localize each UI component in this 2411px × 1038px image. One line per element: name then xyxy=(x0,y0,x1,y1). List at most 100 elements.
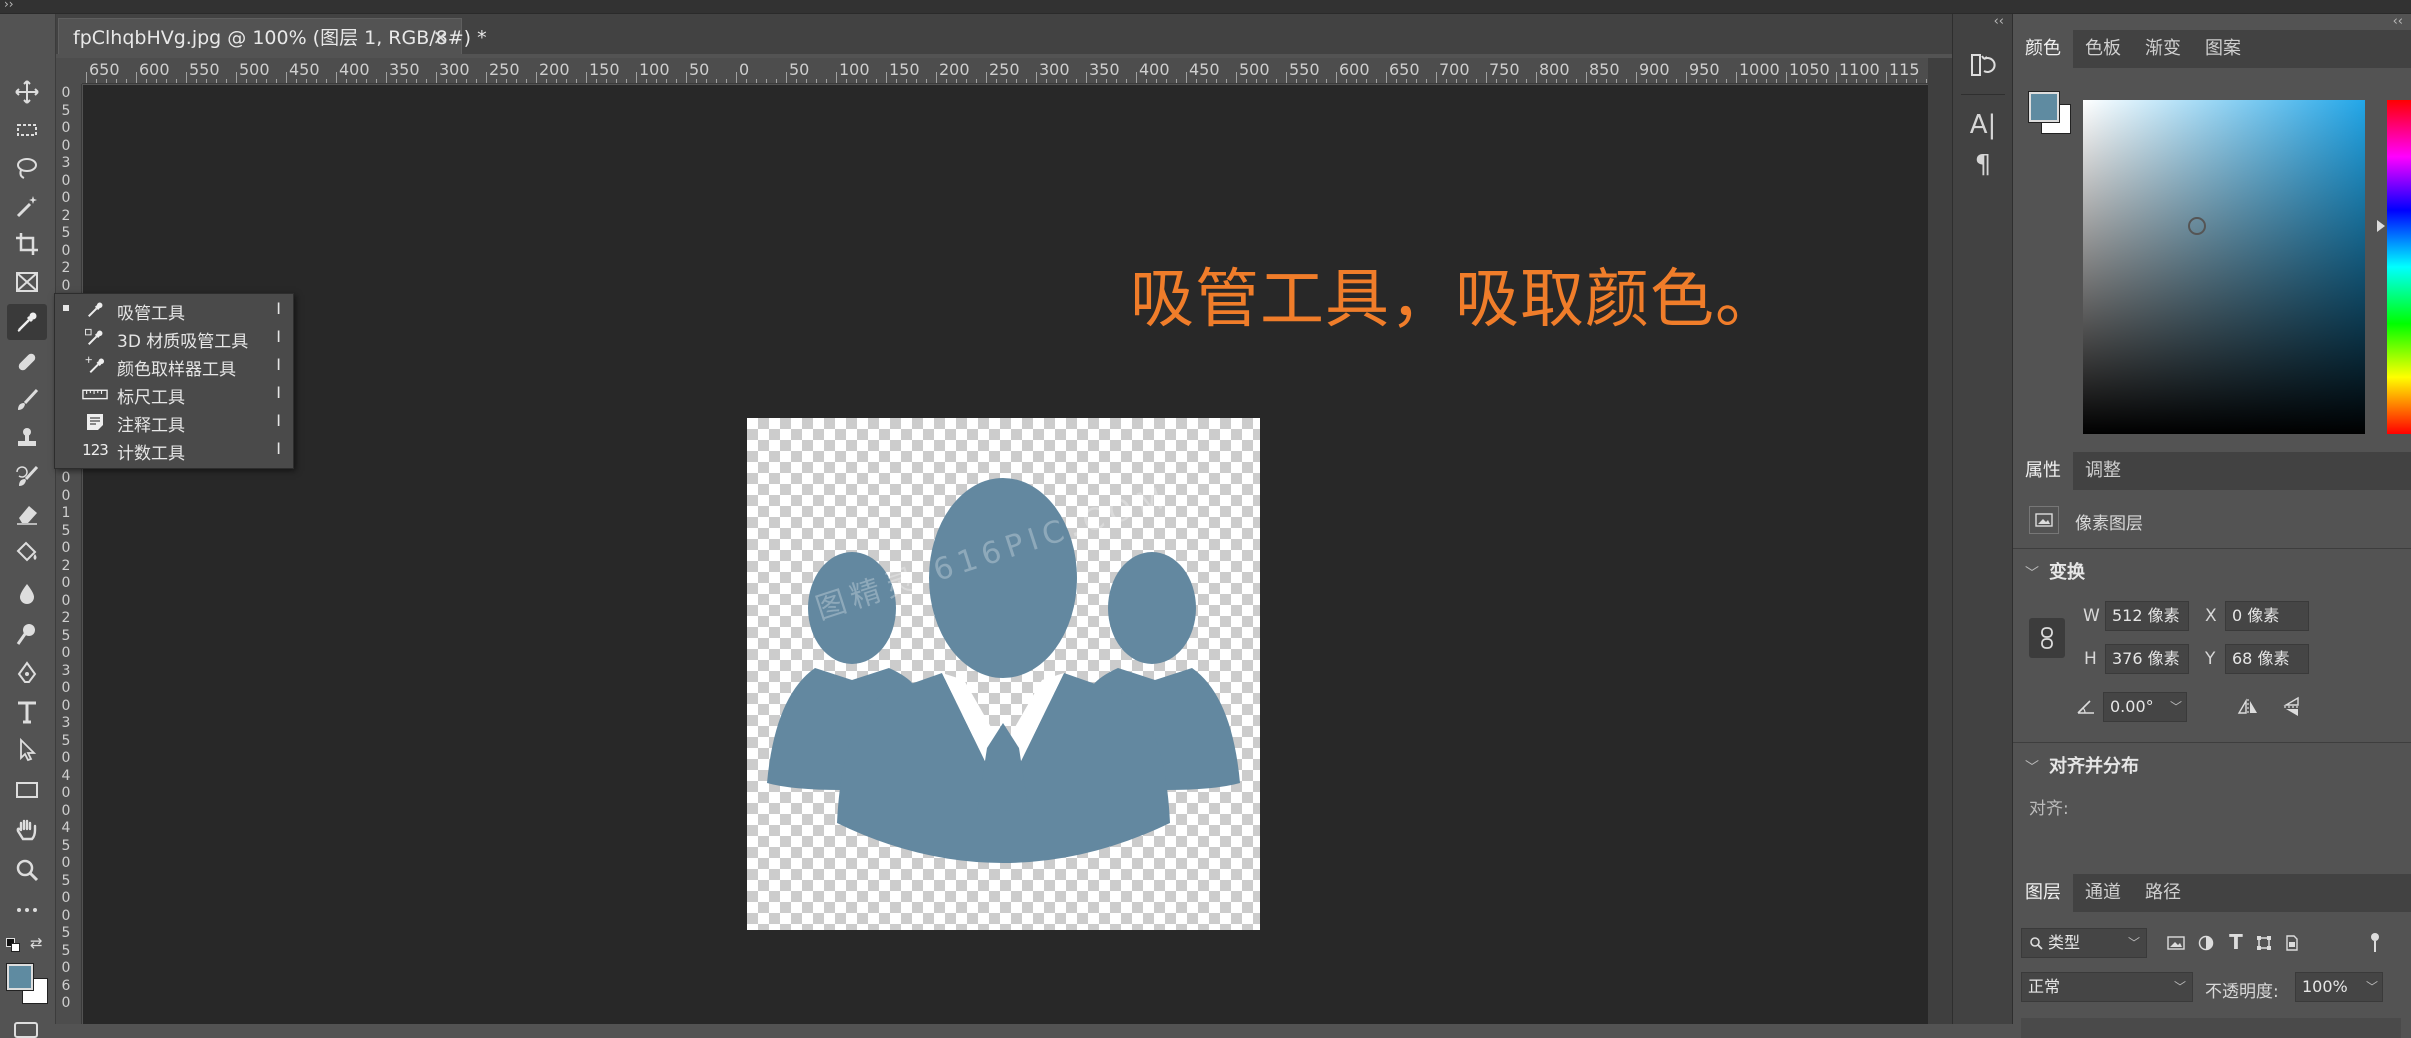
foreground-color-swatch[interactable] xyxy=(6,963,34,991)
swap-colors-icon[interactable]: ⇄ xyxy=(30,934,43,952)
height-field[interactable]: 376 像素 xyxy=(2105,644,2189,674)
vertical-ruler[interactable]: 0500300250200150500051001502002503003504… xyxy=(56,84,82,1024)
marquee-tool[interactable] xyxy=(7,112,47,148)
dodge-tool[interactable] xyxy=(7,616,47,652)
flyout-item-eyedropper[interactable]: 吸管工具 I xyxy=(55,296,293,324)
tab-gradients[interactable]: 渐变 xyxy=(2133,30,2193,68)
flip-vertical-icon[interactable] xyxy=(2279,694,2305,720)
ruler-minor-tick xyxy=(1726,79,1727,83)
ruler-minor-tick xyxy=(1376,79,1377,83)
hue-slider[interactable] xyxy=(2387,100,2411,434)
flyout-item-note[interactable]: 注释工具 I xyxy=(55,408,293,436)
paragraph-button[interactable]: ¶ xyxy=(1965,148,2001,182)
chevron-down-icon: ﹀ xyxy=(2173,980,2186,994)
ruler-minor-tick xyxy=(1716,79,1717,83)
flyout-item-3d-material-eyedropper[interactable]: 3D 材质吸管工具 I xyxy=(55,324,293,352)
filter-shape-icon[interactable] xyxy=(2253,932,2275,954)
angle-field[interactable]: 0.00° ﹀ xyxy=(2103,692,2187,722)
pixel-layer-icon xyxy=(2029,506,2059,534)
ruler-tick-label: 0 xyxy=(61,680,71,696)
type-tool[interactable] xyxy=(7,694,47,730)
ruler-tick-label: 5 xyxy=(61,837,71,854)
tab-properties[interactable]: 属性 xyxy=(2013,452,2073,490)
ruler-tick-label: 650 xyxy=(89,60,120,79)
flyout-item-color-sampler[interactable]: 颜色取样器工具 I xyxy=(55,352,293,380)
filter-type-icon[interactable]: T xyxy=(2225,930,2247,954)
blur-tool[interactable] xyxy=(7,576,47,612)
frame-tool[interactable] xyxy=(7,264,47,300)
ruler-tick-label: 500 xyxy=(1239,60,1270,79)
rectangle-tool[interactable] xyxy=(7,772,47,808)
tab-patterns[interactable]: 图案 xyxy=(2193,30,2253,68)
blend-mode-select[interactable]: 正常 ﹀ xyxy=(2021,972,2193,1002)
x-field[interactable]: 0 像素 xyxy=(2225,601,2309,631)
path-selection-tool[interactable] xyxy=(7,732,47,768)
eyedropper-tool[interactable] xyxy=(7,304,47,340)
ruler-tick-line xyxy=(1886,72,1887,83)
eraser-tool[interactable] xyxy=(7,496,47,532)
crop-tool[interactable] xyxy=(7,226,47,262)
magic-wand-tool[interactable] xyxy=(7,188,47,224)
flyout-item-ruler[interactable]: 标尺工具 I xyxy=(55,380,293,408)
tab-swatches[interactable]: 色板 xyxy=(2073,30,2133,68)
brush-tool[interactable] xyxy=(7,382,47,418)
filter-pixel-icon[interactable] xyxy=(2165,932,2187,954)
ruler-tick-label: 0 xyxy=(739,60,750,79)
collapse-panels-icon[interactable]: ‹‹ xyxy=(2393,14,2403,29)
tab-layers[interactable]: 图层 xyxy=(2013,874,2073,912)
close-tab-icon[interactable]: × xyxy=(432,25,449,49)
ruler-tick-label: 600 xyxy=(1339,60,1370,79)
character-button[interactable]: A| xyxy=(1965,108,2001,142)
default-colors-icon[interactable] xyxy=(6,938,20,952)
flyout-item-count[interactable]: 123 计数工具 I xyxy=(55,436,293,464)
tab-color[interactable]: 颜色 xyxy=(2013,30,2073,68)
document-image[interactable]: 图精灵 616PIC.COM xyxy=(747,418,1260,930)
layer-filter-select[interactable]: 类型 ﹀ xyxy=(2021,928,2147,958)
history-icon xyxy=(1971,54,1996,76)
tab-paths[interactable]: 路径 xyxy=(2133,874,2193,912)
chevron-down-icon[interactable]: ﹀ xyxy=(2366,973,2378,1001)
link-dimensions-icon[interactable] xyxy=(2029,618,2065,658)
y-field[interactable]: 68 像素 xyxy=(2225,644,2309,674)
ruler-minor-tick xyxy=(766,79,767,83)
filter-toggle-icon[interactable] xyxy=(2365,930,2385,956)
collapse-dock-icon[interactable]: ‹‹ xyxy=(1994,14,2004,29)
paint-bucket-tool[interactable] xyxy=(7,534,47,570)
collapse-toolbar-icon[interactable]: ›› xyxy=(4,0,14,11)
width-field[interactable]: 512 像素 xyxy=(2105,601,2189,631)
quick-mask-icon[interactable] xyxy=(14,1022,38,1038)
transform-section-header[interactable]: ﹀ 变换 xyxy=(2025,558,2085,584)
ruler-icon xyxy=(82,389,108,400)
color-picker-cursor[interactable] xyxy=(2188,217,2206,235)
horizontal-ruler[interactable]: 650 600 550 500 450 400 350 300 250 200 150 100 50 0 5… xyxy=(82,58,1928,84)
hue-slider-handle[interactable] xyxy=(2377,220,2385,232)
pen-tool[interactable] xyxy=(7,656,47,692)
lasso-tool[interactable] xyxy=(7,150,47,186)
brush-icon xyxy=(18,388,39,410)
flip-horizontal-icon[interactable] xyxy=(2235,694,2261,720)
tab-channels[interactable]: 通道 xyxy=(2073,874,2133,912)
more-tools[interactable] xyxy=(7,892,47,928)
ruler-minor-tick xyxy=(1326,79,1327,83)
frame-icon xyxy=(16,272,38,292)
zoom-tool[interactable] xyxy=(7,852,47,888)
align-section-header[interactable]: ﹀ 对齐并分布 xyxy=(2025,752,2139,778)
filter-smart-object-icon[interactable] xyxy=(2281,932,2303,954)
history-button[interactable] xyxy=(1965,48,2001,82)
clone-stamp-tool[interactable] xyxy=(7,420,47,456)
filter-adjustment-icon[interactable] xyxy=(2195,932,2217,954)
ruler-origin[interactable] xyxy=(56,58,82,84)
history-brush-tool[interactable] xyxy=(7,458,47,494)
document-tab[interactable]: fpClhqbHVg.jpg @ 100% (图层 1, RGB/8#) * × xyxy=(58,18,487,54)
saturation-value-field[interactable] xyxy=(2083,100,2365,434)
ruler-minor-tick xyxy=(1926,79,1927,83)
opacity-field[interactable]: 100% ﹀ xyxy=(2295,972,2383,1002)
tab-adjustments[interactable]: 调整 xyxy=(2073,452,2133,490)
healing-brush-tool[interactable] xyxy=(7,344,47,380)
move-tool[interactable] xyxy=(7,74,47,110)
foreground-color-chip[interactable] xyxy=(2028,91,2060,123)
chevron-down-icon[interactable]: ﹀ xyxy=(2170,693,2182,721)
ruler-minor-tick xyxy=(1176,79,1177,83)
canvas-vertical-scrollbar[interactable] xyxy=(1928,58,1952,1024)
hand-tool[interactable] xyxy=(7,812,47,848)
